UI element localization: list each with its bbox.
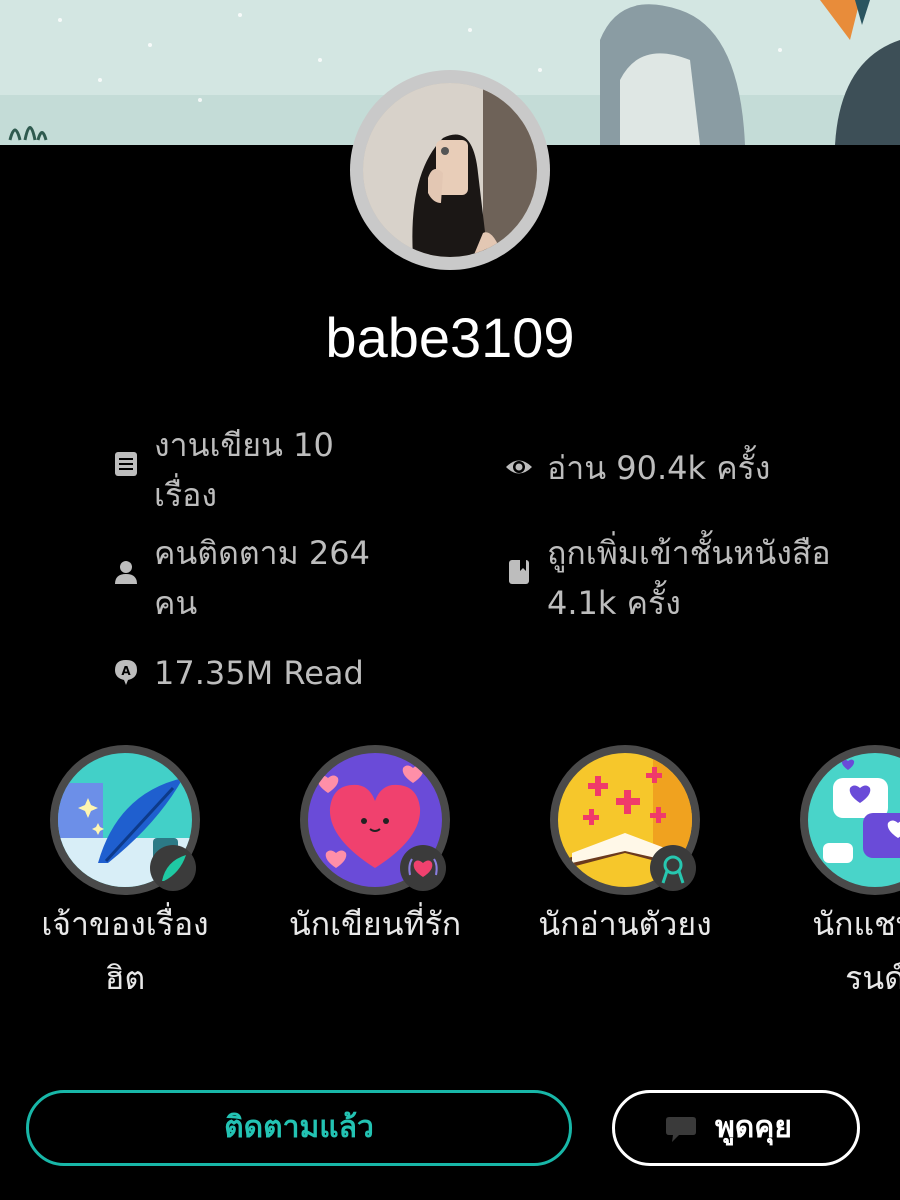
heart-laurel-mini-icon — [408, 858, 438, 877]
read-badge-icon: A — [115, 660, 137, 685]
person-icon — [115, 561, 137, 584]
bookmark-ribbon-mini-icon — [661, 855, 685, 884]
bookshelf-icon — [509, 560, 529, 584]
stat-library-text: ถูกเพิ่มเข้าชั้นหนังสือ 4.1k ครั้ง — [547, 534, 831, 622]
badge-label: นักแชทตั รนด์ — [812, 905, 900, 997]
badge-label: เจ้าของเรื่อง ฮิต — [41, 905, 209, 997]
stat-stories: งานเขียน 10 เรื่อง — [112, 420, 412, 520]
username: babe3109 — [325, 306, 575, 369]
eye-icon — [506, 460, 532, 474]
stat-total-reads-text: 17.35M Read — [154, 654, 364, 692]
avatar[interactable] — [350, 70, 550, 270]
chat-button[interactable]: พูดคุย — [612, 1090, 860, 1166]
book-icon — [115, 452, 137, 476]
stat-reads-text: อ่าน 90.4k ครั้ง — [547, 449, 771, 487]
profile-page: babe3109 งานเขียน 10 เรื่อง อ่าน 90.4k ค… — [0, 0, 900, 1200]
feather-mini-icon — [162, 855, 186, 881]
badge-label: นักอ่านตัวยง — [538, 905, 712, 943]
stat-followers-text: คนติดตาม 264 คน — [154, 534, 370, 622]
svg-text:A: A — [121, 664, 131, 678]
stat-reads: อ่าน 90.4k ครั้ง — [505, 443, 835, 493]
chat-badge-icon — [808, 753, 900, 887]
badge-label: นักเขียนที่รัก — [288, 905, 462, 943]
stat-followers: คนติดตาม 264 คน — [112, 528, 412, 628]
chat-button-label: พูดคุย — [715, 1110, 792, 1145]
stat-library: ถูกเพิ่มเข้าชั้นหนังสือ 4.1k ครั้ง — [505, 528, 900, 628]
stat-stories-text: งานเขียน 10 เรื่อง — [154, 426, 334, 514]
following-button[interactable]: ติดตามแล้ว — [26, 1090, 572, 1166]
stat-total-reads: A 17.35M Read — [112, 648, 442, 698]
speech-bubble-icon — [666, 1117, 696, 1142]
